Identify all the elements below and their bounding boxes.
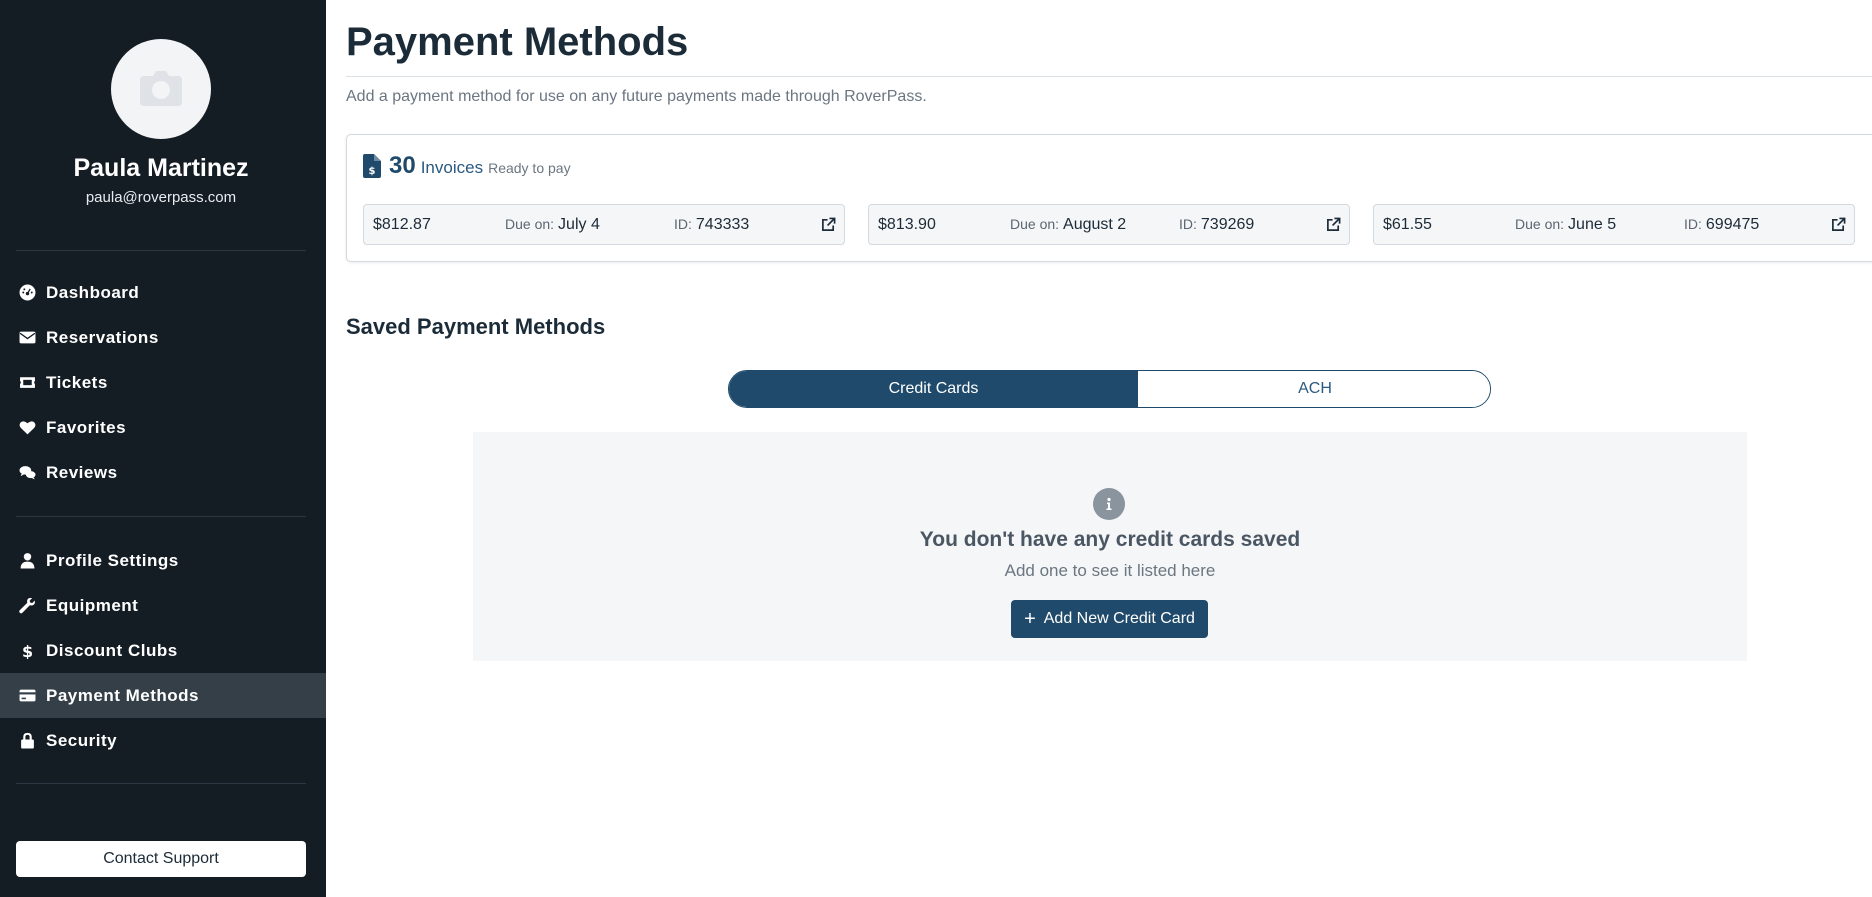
invoice-id: ID: 699475 [1684,216,1759,234]
invoice-id: ID: 743333 [674,216,749,234]
invoice-item[interactable]: $61.55 Due on: June 5 ID: 699475 [1373,204,1855,245]
nav-label: Reviews [46,462,118,482]
id-value: 743333 [695,216,750,233]
due-label: Due on: [505,216,555,232]
add-credit-card-button[interactable]: + Add New Credit Card [1011,600,1208,638]
nav-item-equipment[interactable]: Equipment [0,583,326,628]
lock-icon [17,731,37,751]
nav-item-discount-clubs[interactable]: $ Discount Clubs [0,628,326,673]
nav-item-reservations[interactable]: Reservations [0,315,326,360]
invoice-amount: $61.55 [1383,216,1432,233]
contact-support-button[interactable]: Contact Support [16,841,306,877]
dollar-icon: $ [17,641,37,661]
title-divider [346,76,1872,77]
sidebar: Paula Martinez paula@roverpass.com Dashb… [0,0,326,897]
due-label: Due on: [1010,216,1060,232]
invoice-item[interactable]: $813.90 Due on: August 2 ID: 739269 [868,204,1350,245]
id-label: ID: [674,216,692,232]
invoice-amount: $812.87 [373,216,431,233]
camera-icon [140,71,182,106]
nav-label: Dashboard [46,282,140,302]
nav-item-profile-settings[interactable]: Profile Settings [0,538,326,583]
envelope-icon [17,328,37,348]
payment-type-toggle: Credit Cards ACH [728,370,1491,408]
invoices-status: Ready to pay [488,160,571,176]
user-icon [17,551,37,571]
comments-icon [17,463,37,483]
invoices-card: $ 30 Invoices Ready to pay $812.87 Due o… [346,134,1872,262]
file-invoice-dollar-icon: $ [363,154,381,178]
saved-methods-title: Saved Payment Methods [346,314,606,339]
due-date: June 5 [1568,216,1617,233]
ticket-icon [17,373,37,393]
divider [16,250,306,251]
nav-label: Security [46,730,118,750]
nav-label: Reservations [46,327,159,347]
tab-ach[interactable]: ACH [1138,371,1490,407]
external-link-icon[interactable] [1326,217,1341,232]
invoice-due: Due on: June 5 [1515,216,1616,234]
invoice-item[interactable]: $812.87 Due on: July 4 ID: 743333 [363,204,845,245]
plus-icon: + [1024,608,1036,630]
nav-label: Favorites [46,417,127,437]
user-email: paula@roverpass.com [85,189,237,206]
invoice-count: 30 [389,152,416,179]
divider [16,516,306,517]
nav-label: Tickets [46,372,108,392]
external-link-icon[interactable] [821,217,836,232]
nav-label: Profile Settings [46,550,179,570]
nav-label: Equipment [46,595,139,615]
external-link-icon[interactable] [1831,217,1846,232]
heart-icon [17,418,37,438]
svg-text:$: $ [369,166,376,177]
svg-text:$: $ [21,642,32,659]
empty-state-title: You don't have any credit cards saved [919,528,1301,551]
info-icon [1093,488,1125,520]
nav-item-reviews[interactable]: Reviews [0,450,326,495]
dashboard-icon [17,283,37,303]
credit-card-icon [17,686,37,706]
due-date: July 4 [558,216,600,233]
divider [16,783,306,784]
id-label: ID: [1684,216,1702,232]
due-label: Due on: [1515,216,1565,232]
empty-state-subtitle: Add one to see it listed here [1004,561,1216,580]
nav-item-payment-methods[interactable]: Payment Methods [0,673,326,718]
invoice-due: Due on: July 4 [505,216,600,234]
nav-item-favorites[interactable]: Favorites [0,405,326,450]
nav-label: Discount Clubs [46,640,178,660]
wrench-icon [17,596,37,616]
due-date: August 2 [1063,216,1127,233]
invoice-id: ID: 739269 [1179,216,1254,234]
nav-item-security[interactable]: Security [0,718,326,763]
invoice-due: Due on: August 2 [1010,216,1126,234]
add-button-label: Add New Credit Card [1043,610,1195,627]
invoice-amount: $813.90 [878,216,936,233]
page-title: Payment Methods [346,20,689,64]
id-label: ID: [1179,216,1197,232]
tab-credit-cards[interactable]: Credit Cards [729,371,1138,407]
user-name: Paula Martinez [73,154,249,182]
invoices-label: Invoices [420,158,484,177]
nav-item-tickets[interactable]: Tickets [0,360,326,405]
avatar[interactable] [111,39,211,139]
nav-label: Payment Methods [46,685,199,705]
nav-item-dashboard[interactable]: Dashboard [0,270,326,315]
invoices-header: $ 30 Invoices Ready to pay [363,152,571,180]
id-value: 699475 [1705,216,1760,233]
page-subtitle: Add a payment method for use on any futu… [346,88,927,105]
id-value: 739269 [1200,216,1255,233]
